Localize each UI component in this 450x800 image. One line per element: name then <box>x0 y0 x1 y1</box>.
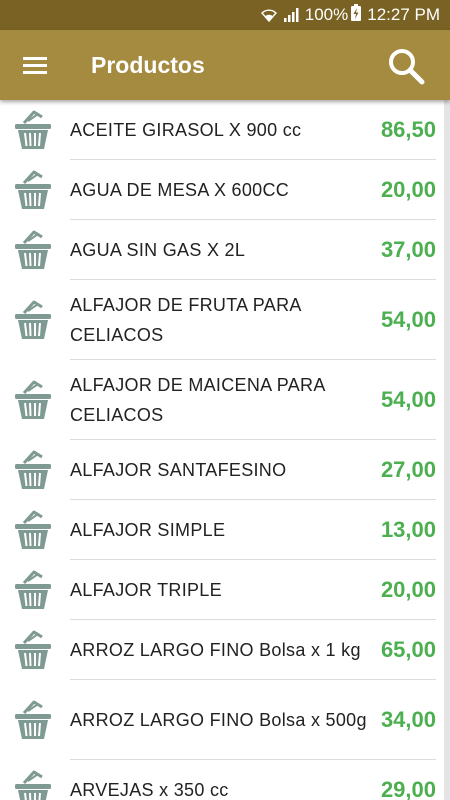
battery-charging-icon <box>351 4 362 26</box>
product-row-content: AGUA DE MESA X 600CC 20,00 <box>70 160 436 220</box>
product-price: 20,00 <box>380 576 436 602</box>
product-row[interactable]: ARROZ LARGO FINO Bolsa x 1 kg 65,00 <box>0 620 444 680</box>
basket-icon <box>14 629 52 671</box>
product-price: 13,00 <box>380 516 436 542</box>
basket-icon <box>14 299 52 341</box>
search-button[interactable] <box>386 46 426 86</box>
product-row[interactable]: ACEITE GIRASOL X 900 cc 86,50 <box>0 100 444 160</box>
product-row[interactable]: ARVEJAS x 350 cc 29,00 <box>0 760 444 800</box>
product-name: ARROZ LARGO FINO Bolsa x 1 kg <box>70 639 361 660</box>
basket-icon <box>14 769 52 800</box>
product-row[interactable]: ALFAJOR TRIPLE 20,00 <box>0 560 444 620</box>
product-row-content: ARROZ LARGO FINO Bolsa x 500g 34,00 <box>70 680 436 760</box>
basket-icon <box>14 379 52 421</box>
product-name: AGUA SIN GAS X 2L <box>70 239 246 260</box>
product-row-content: ALFAJOR SANTAFESINO 27,00 <box>70 440 436 500</box>
product-price: 27,00 <box>380 456 436 482</box>
product-row-content: ALFAJOR DE FRUTA PARA CELIACOS 54,00 <box>70 280 436 360</box>
product-row[interactable]: AGUA SIN GAS X 2L 37,00 <box>0 220 444 280</box>
menu-button[interactable] <box>18 50 52 80</box>
product-price: 54,00 <box>380 386 436 412</box>
basket-icon <box>14 449 52 491</box>
product-row-content: ALFAJOR TRIPLE 20,00 <box>70 560 436 620</box>
product-row-content: ALFAJOR SIMPLE 13,00 <box>70 500 436 560</box>
basket-icon <box>14 699 52 741</box>
search-icon <box>389 49 425 85</box>
product-row[interactable]: AGUA DE MESA X 600CC 20,00 <box>0 160 444 220</box>
product-name: ALFAJOR TRIPLE <box>70 579 222 600</box>
scrollbar-track[interactable] <box>444 100 450 800</box>
product-name: ALFAJOR SIMPLE <box>70 519 226 540</box>
product-row[interactable]: ALFAJOR SIMPLE 13,00 <box>0 500 444 560</box>
product-name: AGUA DE MESA X 600CC <box>70 179 290 200</box>
product-row-content: ARROZ LARGO FINO Bolsa x 1 kg 65,00 <box>70 620 436 680</box>
product-row-content: AGUA SIN GAS X 2L 37,00 <box>70 220 436 280</box>
product-name: ALFAJOR DE FRUTA PARA CELIACOS <box>70 294 301 345</box>
product-name: ALFAJOR SANTAFESINO <box>70 459 287 480</box>
product-row-content: ALFAJOR DE MAICENA PARA CELIACOS 54,00 <box>70 360 436 440</box>
basket-icon <box>14 109 52 151</box>
basket-icon <box>14 169 52 211</box>
product-price: 34,00 <box>380 706 436 732</box>
basket-icon <box>14 229 52 271</box>
product-row[interactable]: ALFAJOR SANTAFESINO 27,00 <box>0 440 444 500</box>
app-bar: Productos <box>0 30 450 100</box>
product-price: 37,00 <box>380 236 436 262</box>
product-row[interactable]: ALFAJOR DE FRUTA PARA CELIACOS 54,00 <box>0 280 444 360</box>
clock: 12:27 PM <box>367 5 440 24</box>
product-price: 20,00 <box>380 176 436 202</box>
product-name: ACEITE GIRASOL X 900 cc <box>70 119 302 140</box>
product-row[interactable]: ALFAJOR DE MAICENA PARA CELIACOS 54,00 <box>0 360 444 440</box>
product-price: 65,00 <box>380 636 436 662</box>
product-row[interactable]: ARROZ LARGO FINO Bolsa x 500g 34,00 <box>0 680 444 760</box>
product-name: ARROZ LARGO FINO Bolsa x 500g <box>70 709 367 730</box>
basket-icon <box>14 569 52 611</box>
product-row-content: ACEITE GIRASOL X 900 cc 86,50 <box>70 100 436 160</box>
product-list[interactable]: ACEITE GIRASOL X 900 cc 86,50 AGUA DE ME… <box>0 100 444 800</box>
product-row-content: ARVEJAS x 350 cc 29,00 <box>70 760 436 800</box>
product-name: ALFAJOR DE MAICENA PARA CELIACOS <box>70 374 325 425</box>
menu-icon <box>23 57 47 74</box>
product-price: 86,50 <box>380 116 436 142</box>
signal-icon <box>283 7 299 23</box>
product-price: 54,00 <box>380 306 436 332</box>
product-name: ARVEJAS x 350 cc <box>70 780 229 800</box>
wifi-icon <box>260 7 277 23</box>
product-price: 29,00 <box>380 777 436 800</box>
page-title: Productos <box>91 52 205 78</box>
basket-icon <box>14 509 52 551</box>
status-bar: 100% 12:27 PM <box>0 0 450 30</box>
battery-percent: 100% <box>304 5 349 24</box>
